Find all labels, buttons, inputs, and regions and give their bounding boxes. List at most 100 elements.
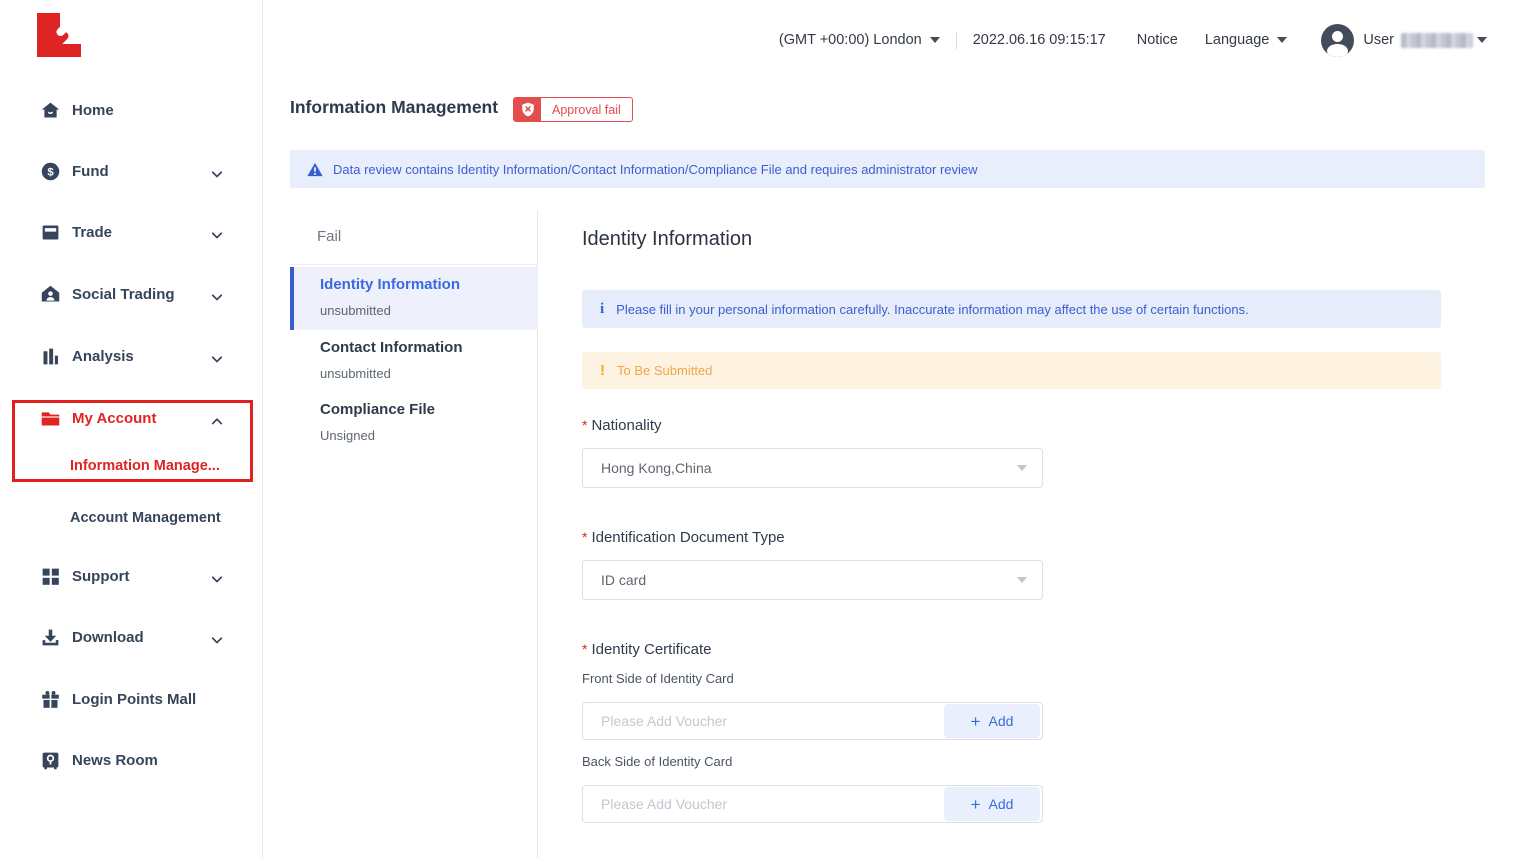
- user-id-redacted: [1401, 33, 1473, 48]
- social-trading-icon: [40, 284, 61, 305]
- topbar-divider: [956, 32, 957, 49]
- sidebar-item-trade[interactable]: Trade: [0, 217, 263, 247]
- chevron-down-icon: [211, 227, 223, 244]
- approval-status-text: Approval fail: [541, 98, 632, 121]
- language-selector[interactable]: Language: [1205, 32, 1288, 48]
- sidebar-item-label: Fund: [72, 163, 109, 180]
- identity-certificate-label: *Identity Certificate: [582, 641, 712, 658]
- sidebar-subitem-label: Account Management: [70, 510, 221, 526]
- sidebar-subitem-information-management[interactable]: Information Manage...: [70, 455, 220, 477]
- back-side-label: Back Side of Identity Card: [582, 754, 732, 769]
- to-be-submitted-text: To Be Submitted: [617, 363, 712, 378]
- timezone-selector[interactable]: (GMT +00:00) London: [779, 32, 940, 48]
- notice-button[interactable]: Notice: [1137, 32, 1178, 48]
- avatar-head-shape: [1332, 31, 1343, 42]
- to-be-submitted-banner: ! To Be Submitted: [582, 352, 1441, 389]
- subnav-item-status: unsubmitted: [320, 366, 391, 381]
- chevron-down-icon: [211, 289, 223, 306]
- subnav-item-contact-information[interactable]: Contact Information unsubmitted: [290, 330, 538, 393]
- sidebar-item-my-account[interactable]: My Account: [0, 403, 263, 433]
- sidebar-item-label: Trade: [72, 224, 112, 241]
- sidebar-item-label: Support: [72, 568, 130, 585]
- caret-down-icon: [1277, 37, 1287, 43]
- chevron-up-icon: [211, 413, 223, 430]
- sidebar-item-support[interactable]: Support: [0, 561, 263, 591]
- sidebar-item-fund[interactable]: $ Fund: [0, 156, 263, 186]
- sidebar-item-label: Analysis: [72, 348, 134, 365]
- back-side-upload-row: + Add: [582, 785, 1043, 823]
- chevron-down-icon: [211, 571, 223, 588]
- analysis-icon: [40, 346, 61, 367]
- sidebar-subitem-label: Information Manage...: [70, 458, 220, 474]
- subnav-item-label: Compliance File: [320, 401, 435, 418]
- trade-icon: [40, 222, 61, 243]
- folder-icon: [40, 408, 61, 429]
- sidebar-item-label: Login Points Mall: [72, 691, 196, 708]
- sidebar-subitem-account-management[interactable]: Account Management: [70, 507, 221, 529]
- subnav-divider: [290, 264, 538, 265]
- front-side-label: Front Side of Identity Card: [582, 671, 734, 686]
- plus-icon: +: [971, 713, 981, 730]
- front-side-voucher-input[interactable]: [583, 713, 944, 729]
- exclamation-icon: !: [600, 362, 605, 379]
- info-note-text: Please fill in your personal information…: [616, 302, 1249, 317]
- sidebar-item-social-trading[interactable]: Social Trading: [0, 279, 263, 309]
- required-asterisk: *: [582, 641, 587, 657]
- sidebar-item-analysis[interactable]: Analysis: [0, 341, 263, 371]
- front-side-upload-row: + Add: [582, 702, 1043, 740]
- caret-down-icon: [930, 37, 940, 43]
- subnav-group-status: Fail: [317, 228, 341, 245]
- back-side-add-button[interactable]: + Add: [944, 787, 1040, 821]
- sidebar-item-label: Home: [72, 102, 114, 119]
- user-menu[interactable]: User: [1321, 24, 1487, 57]
- download-icon: [40, 627, 61, 648]
- doc-type-label: *Identification Document Type: [582, 529, 785, 546]
- sidebar-item-home[interactable]: Home: [0, 95, 263, 125]
- nationality-label: *Nationality: [582, 417, 662, 434]
- timezone-label: (GMT +00:00) London: [779, 32, 922, 48]
- app-root: Home $ Fund Trade Social Trading: [0, 0, 1517, 858]
- sidebar-item-login-points-mall[interactable]: Login Points Mall: [0, 684, 263, 714]
- nationality-select[interactable]: Hong Kong,China: [582, 448, 1043, 488]
- caret-down-icon: [1017, 465, 1027, 471]
- front-side-add-button[interactable]: + Add: [944, 704, 1040, 738]
- shield-fail-icon: [514, 98, 541, 121]
- subnav-item-identity-information[interactable]: Identity Information unsubmitted: [290, 267, 538, 330]
- sidebar-item-label: Download: [72, 629, 144, 646]
- back-side-voucher-input[interactable]: [583, 796, 944, 812]
- caret-down-icon: [1477, 37, 1487, 43]
- datetime-text: 2022.06.16 09:15:17: [973, 32, 1106, 48]
- info-icon: i: [600, 301, 604, 318]
- user-avatar: [1321, 24, 1354, 57]
- doc-type-select[interactable]: ID card: [582, 560, 1043, 600]
- doc-type-value: ID card: [601, 572, 1017, 588]
- doc-type-label-text: Identification Document Type: [591, 529, 784, 546]
- caret-down-icon: [1017, 577, 1027, 583]
- brand-logo[interactable]: [37, 13, 81, 57]
- identity-certificate-label-text: Identity Certificate: [591, 641, 711, 658]
- warning-triangle-icon: [307, 162, 323, 177]
- required-asterisk: *: [582, 529, 587, 545]
- support-icon: [40, 566, 61, 587]
- review-banner-text: Data review contains Identity Informatio…: [333, 162, 978, 177]
- add-button-label: Add: [989, 713, 1014, 729]
- notice-label: Notice: [1137, 32, 1178, 48]
- add-button-label: Add: [989, 796, 1014, 812]
- subnav-item-label: Contact Information: [320, 339, 463, 356]
- sidebar-item-label: News Room: [72, 752, 158, 769]
- approval-status-badge: Approval fail: [513, 97, 633, 122]
- avatar-body-shape: [1327, 44, 1348, 57]
- user-label: User: [1363, 32, 1394, 48]
- chevron-down-icon: [211, 166, 223, 183]
- page-title: Information Management: [290, 97, 498, 118]
- subnav-item-compliance-file[interactable]: Compliance File Unsigned: [290, 392, 538, 455]
- sidebar-item-label: Social Trading: [72, 286, 175, 303]
- svg-text:$: $: [47, 166, 54, 178]
- nationality-value: Hong Kong,China: [601, 460, 1017, 476]
- required-asterisk: *: [582, 417, 587, 433]
- sidebar-item-news-room[interactable]: News Room: [0, 745, 263, 775]
- sidebar-item-download[interactable]: Download: [0, 622, 263, 652]
- subnav-item-status: Unsigned: [320, 428, 375, 443]
- plus-icon: +: [971, 796, 981, 813]
- chevron-down-icon: [211, 351, 223, 368]
